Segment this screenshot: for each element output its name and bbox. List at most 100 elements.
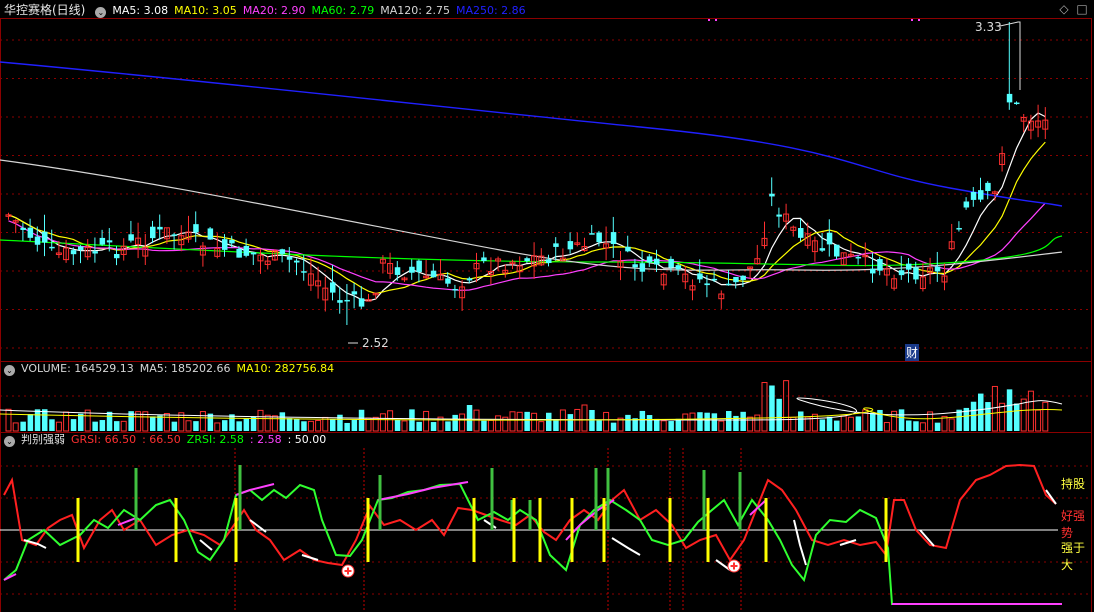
volume-bar: [49, 419, 55, 431]
volume-bar: [379, 413, 386, 432]
diamond-icon[interactable]: ◇: [1058, 3, 1070, 15]
volume-bar: [1035, 409, 1042, 432]
signal-dot: [708, 19, 710, 21]
volume-bar: [481, 420, 487, 431]
indicator-collapse-icon[interactable]: ⌄: [4, 436, 15, 447]
candle-body: [99, 237, 106, 245]
candle-body: [222, 239, 228, 250]
candle-body: [416, 260, 422, 272]
volume-collapse-icon[interactable]: ⌄: [4, 365, 15, 376]
volume-bar: [625, 414, 631, 431]
candle-body: [726, 283, 732, 286]
volume-bar: [430, 422, 437, 431]
volume-bar: [315, 419, 322, 432]
volume-bar: [776, 398, 782, 431]
finance-marker[interactable]: 财: [905, 344, 920, 361]
volume-bar: [689, 412, 696, 432]
volume-bar: [589, 409, 595, 431]
volume-bar: [495, 415, 502, 432]
volume-bars[interactable]: [0, 380, 1063, 432]
indicator-vertical-markers: [234, 448, 742, 610]
volume-bar: [639, 410, 646, 431]
candle-body: [481, 257, 487, 261]
white-segment: [199, 539, 213, 551]
volume-bar: [294, 418, 300, 431]
volume-bar: [906, 420, 912, 431]
volume-bar: [1006, 389, 1013, 431]
candle-body: [229, 239, 235, 244]
volume-bar: [150, 416, 156, 431]
volume-bar: [531, 412, 538, 432]
volume-bar: [301, 421, 307, 431]
low-price-label: 2.52: [362, 336, 389, 350]
volume-bar: [948, 418, 955, 432]
volume-bar: [919, 422, 926, 432]
candle-body: [358, 298, 365, 307]
volume-bar: [740, 411, 746, 431]
candle-body: [394, 267, 401, 275]
candle-body: [279, 249, 286, 254]
candle-body: [42, 231, 48, 243]
volume-bar: [509, 411, 516, 432]
volume-bar: [524, 411, 530, 431]
volume-bar: [660, 420, 667, 432]
candle-body: [711, 278, 718, 281]
candle-body: [351, 291, 358, 295]
volume-bar: [157, 415, 163, 431]
candle-body: [294, 260, 300, 263]
candle-body: [898, 270, 905, 276]
candle-body: [978, 190, 984, 200]
candle-body: [546, 259, 552, 263]
indicator-legend-item-3: : 2.58: [249, 433, 282, 446]
volume-bar: [257, 409, 264, 432]
candle-body: [337, 300, 343, 303]
candle-body: [344, 299, 350, 302]
candle-body: [985, 182, 991, 192]
zrsi-highlight: [377, 481, 469, 501]
volume-bar: [603, 411, 610, 432]
candle-body: [286, 256, 293, 260]
volume-bar: [307, 420, 314, 432]
square-icon[interactable]: □: [1076, 3, 1088, 15]
indicator-legend-item-0: GRSI: 66.50: [71, 433, 137, 446]
indicator-lines: [3, 463, 1062, 605]
indicator-legend-item-1: : 66.50: [142, 433, 181, 446]
candle-body: [639, 263, 646, 272]
volume-bar: [423, 410, 430, 432]
volume-bar: [581, 404, 588, 432]
collapse-icon[interactable]: ⌄: [95, 7, 107, 18]
volume-bar: [553, 419, 559, 431]
candle-body: [106, 240, 113, 243]
candle-body: [92, 251, 98, 254]
volume-bar: [913, 421, 919, 431]
volume-panel-header: ⌄ VOLUME: 164529.13 MA5: 185202.66 MA10: 28…: [0, 361, 346, 377]
chart-canvas[interactable]: [0, 0, 1094, 612]
volume-bar: [459, 413, 466, 432]
volume-bar: [654, 418, 660, 431]
volume-bar: [754, 414, 761, 432]
volume-bar: [99, 420, 106, 431]
volume-legend-item-1: MA5: 185202.66: [139, 362, 231, 375]
volume-bar: [1020, 398, 1027, 432]
candlesticks[interactable]: [5, 22, 1049, 325]
candle-body: [567, 241, 574, 250]
indicator-legend: GRSI: 66.50: 66.50 ZRSI: 2.58: 2.58: 50.0…: [71, 433, 332, 446]
candle-body: [1006, 93, 1013, 103]
volume-bar: [668, 421, 674, 431]
signal-dot: [918, 19, 920, 21]
volume-bar: [394, 419, 401, 431]
signal-dot: [911, 19, 913, 21]
volume-bar: [466, 405, 473, 431]
volume-bar: [546, 412, 552, 431]
volume-bar: [452, 414, 458, 431]
volume-bar: [185, 420, 192, 432]
volume-bar: [214, 422, 221, 432]
price-panel-header: 华控赛格(日线) ⌄ MA5: 3.08 MA10: 3.05 MA20: 2.90 MA…: [0, 2, 538, 18]
volume-legend: VOLUME: 164529.13 MA5: 185202.66 MA10: 282…: [21, 362, 340, 375]
volume-bar: [1014, 403, 1020, 431]
candle-body: [610, 232, 617, 245]
candle-body: [632, 264, 638, 268]
candle-body: [445, 278, 451, 284]
candle-body: [243, 245, 250, 256]
candle-body: [524, 258, 530, 261]
